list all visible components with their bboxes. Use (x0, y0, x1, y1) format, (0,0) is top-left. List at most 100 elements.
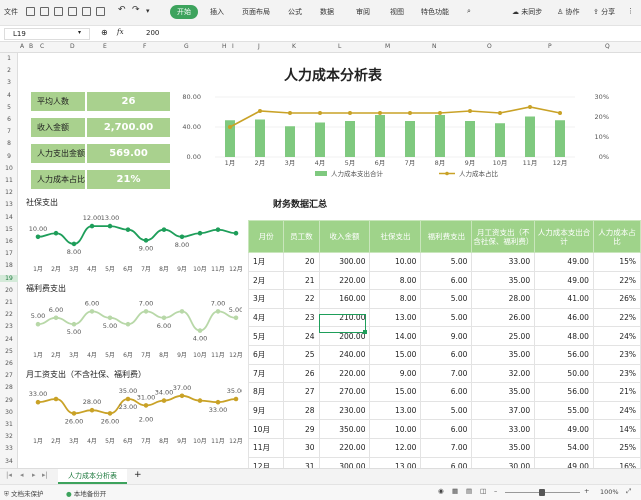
col-k[interactable]: K (292, 43, 296, 50)
table-cell[interactable]: 8.00 (369, 289, 422, 309)
table-cell[interactable]: 37.00 (471, 400, 536, 421)
table-cell[interactable]: 230.00 (318, 400, 371, 421)
finance-header-cell[interactable]: 人力成本占比 (592, 220, 641, 253)
row-8[interactable]: 8 (0, 140, 18, 147)
data-point[interactable] (71, 241, 77, 247)
prev-sheet-icon[interactable]: ◂ (20, 471, 24, 479)
table-cell[interactable]: 49.00 (534, 419, 594, 439)
share-button[interactable]: ⇪ 分享 (593, 7, 615, 17)
data-point[interactable] (107, 223, 113, 229)
col-g[interactable]: G (184, 43, 189, 50)
ratio-point[interactable] (258, 109, 262, 113)
data-point[interactable] (215, 227, 221, 232)
table-cell[interactable]: 49.00 (534, 252, 594, 272)
data-point[interactable] (143, 309, 149, 314)
table-cell[interactable]: 14.00 (369, 326, 422, 346)
table-cell[interactable]: 41.00 (534, 289, 594, 309)
table-cell[interactable]: 270.00 (318, 382, 371, 402)
col-q[interactable]: Q (605, 43, 610, 50)
data-point[interactable] (71, 411, 77, 416)
next-sheet-icon[interactable]: ▸ (32, 471, 36, 479)
table-cell[interactable]: 20 (283, 252, 320, 272)
zoom-icon[interactable]: ⊕ (101, 28, 108, 37)
table-cell[interactable]: 5.00 (420, 252, 473, 272)
backup-status[interactable]: ● 本地备份开 (66, 488, 106, 498)
ratio-point[interactable] (408, 111, 412, 115)
table-cell[interactable]: 35.00 (471, 344, 536, 365)
table-cell[interactable]: 49.00 (534, 270, 594, 291)
table-cell[interactable]: 2月 (247, 270, 285, 291)
row-23[interactable]: 23 (0, 323, 18, 330)
data-point[interactable] (107, 315, 113, 321)
table-cell[interactable]: 6.00 (420, 419, 473, 439)
ratio-point[interactable] (498, 111, 502, 115)
row-26[interactable]: 26 (0, 360, 18, 367)
table-cell[interactable]: 29 (283, 419, 320, 439)
series-line[interactable] (37, 225, 237, 245)
welfare-chart[interactable]: 福利费支出 5.00 6.00 5.00 5.00 6.00 7.00 4.00 6.00 7.0… (24, 281, 242, 363)
table-cell[interactable]: 9月 (247, 400, 285, 421)
data-point[interactable] (35, 399, 41, 405)
sheet-tab-active[interactable]: 人力成本分析表 (58, 469, 127, 484)
normal-view-icon[interactable]: ◉ (438, 487, 444, 495)
table-cell[interactable]: 26 (283, 363, 320, 384)
bar[interactable] (525, 116, 535, 158)
bar[interactable] (375, 115, 385, 157)
table-cell[interactable]: 33.00 (471, 252, 536, 272)
finance-header-cell[interactable]: 月份 (247, 220, 285, 253)
tab-review[interactable]: 审阅 (356, 7, 370, 17)
data-point[interactable] (233, 230, 239, 236)
file-menu[interactable]: 文件 (4, 7, 18, 17)
collaborate-button[interactable]: ♙ 协作 (557, 7, 580, 17)
col-e[interactable]: E (103, 43, 107, 50)
col-n[interactable]: N (432, 43, 437, 50)
table-cell[interactable]: 21 (283, 270, 320, 291)
bar[interactable] (345, 121, 355, 157)
bar[interactable] (285, 126, 295, 157)
new-icon[interactable] (26, 7, 35, 16)
more-icon[interactable]: ▾ (146, 7, 150, 15)
table-cell[interactable]: 28 (283, 400, 320, 421)
data-point[interactable] (107, 411, 113, 416)
data-point[interactable] (125, 227, 131, 232)
bar[interactable] (255, 119, 265, 158)
table-cell[interactable]: 300.00 (318, 252, 371, 272)
row-32[interactable]: 32 (0, 433, 18, 440)
data-point[interactable] (35, 321, 41, 327)
ratio-point[interactable] (528, 105, 532, 109)
data-point[interactable] (161, 398, 167, 403)
tab-formula[interactable]: 公式 (288, 7, 302, 17)
selected-cell[interactable] (319, 314, 366, 333)
data-point[interactable] (125, 396, 131, 402)
row-21[interactable]: 21 (0, 299, 18, 306)
table-cell[interactable]: 33.00 (471, 419, 536, 439)
table-cell[interactable]: 10.00 (369, 252, 422, 272)
ratio-point[interactable] (348, 111, 352, 115)
table-cell[interactable]: 50.00 (534, 363, 594, 384)
data-point[interactable] (161, 227, 167, 232)
data-point[interactable] (53, 230, 59, 236)
data-point[interactable] (215, 309, 221, 314)
row-17[interactable]: 17 (0, 250, 18, 257)
data-point[interactable] (143, 238, 149, 243)
data-point[interactable] (233, 315, 239, 321)
table-cell[interactable]: 56.00 (534, 382, 594, 402)
col-m[interactable]: M (385, 43, 390, 50)
table-cell[interactable]: 9.00 (369, 363, 422, 384)
table-cell[interactable]: 5.00 (420, 400, 473, 421)
table-cell[interactable]: 25.00 (471, 326, 536, 346)
doc-protect-status[interactable]: ⛨ 文档未保护 (4, 488, 43, 499)
more-options-icon[interactable]: ⋮ (627, 7, 634, 15)
row-18[interactable]: 18 (0, 262, 18, 269)
row-34[interactable]: 34 (0, 458, 18, 465)
table-cell[interactable]: 35.00 (471, 270, 536, 291)
bar[interactable] (495, 123, 505, 157)
search-icon[interactable]: ⌕ (467, 7, 471, 16)
data-point[interactable] (53, 315, 59, 321)
table-cell[interactable]: 14% (592, 419, 641, 439)
data-point[interactable] (53, 396, 59, 402)
redo-icon[interactable]: ↷ (132, 5, 140, 15)
fullscreen-icon[interactable]: ⤢ (626, 487, 631, 496)
table-cell[interactable]: 7.00 (420, 437, 473, 458)
col-d[interactable]: D (70, 43, 75, 50)
